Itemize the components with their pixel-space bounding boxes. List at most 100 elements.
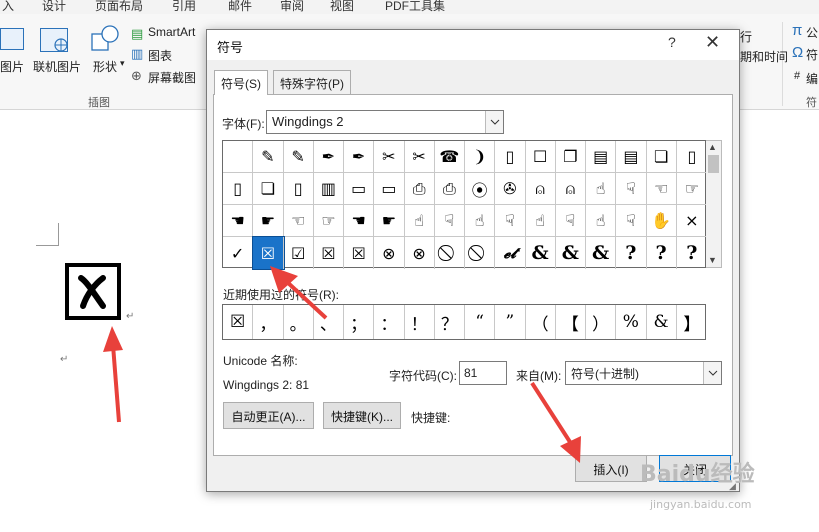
symbol-cell[interactable]: ? (647, 237, 677, 269)
recent-symbol-cell[interactable]: % (616, 305, 647, 339)
tab-special-characters[interactable]: 特殊字符(P) (273, 70, 351, 94)
symbol-cell[interactable]: & (556, 237, 586, 269)
symbol-cell[interactable]: ☒ (314, 237, 344, 269)
shapes-button[interactable]: 形状 (93, 58, 117, 75)
symbol-cell[interactable]: ☝ (465, 205, 496, 237)
recent-symbol-cell[interactable]: ？ (435, 305, 465, 339)
help-button[interactable]: ? (668, 34, 676, 50)
symbol-cell[interactable]: ✎ (253, 141, 284, 173)
symbol-cell[interactable]: ☚ (223, 205, 254, 237)
recent-symbol-cell[interactable]: 【 (556, 305, 586, 339)
symbol-cell[interactable]: ▤ (616, 141, 647, 173)
ribbon-tab-insert[interactable]: 入 (2, 0, 14, 14)
symbol-cell[interactable]: ☚ (344, 205, 375, 237)
symbol-cell[interactable]: ☝ (525, 205, 556, 237)
symbol-cell[interactable]: & (586, 237, 617, 269)
recent-symbol-cell[interactable]: （ (526, 305, 556, 339)
picture-button[interactable]: 图片 (0, 58, 24, 75)
symbol-cell[interactable]: × (676, 205, 707, 237)
symbol-cell[interactable]: ⊗ (374, 237, 405, 269)
symbol-cell[interactable]: ☞ (676, 173, 707, 205)
symbol-cell[interactable]: ☒ (344, 237, 375, 269)
symbol-cell[interactable]: ▥ (313, 173, 344, 205)
symbol-cell[interactable]: ⎙ (434, 173, 465, 205)
tab-symbols[interactable]: 符号(S) (214, 70, 268, 95)
recent-symbol-cell[interactable]: 、 (314, 305, 344, 339)
symbol-cell[interactable]: ☛ (374, 205, 405, 237)
ribbon-tab-mailings[interactable]: 邮件 (228, 0, 252, 14)
ribbon-tab-review[interactable]: 审阅 (280, 0, 304, 14)
recent-symbol-cell[interactable]: 】 (677, 305, 707, 339)
symbol-cell[interactable]: ☝ (404, 205, 435, 237)
insert-button[interactable]: 插入(I) (575, 455, 647, 482)
symbol-cell[interactable]: ☟ (555, 205, 586, 237)
symbol-cell[interactable]: ☞ (313, 205, 344, 237)
char-code-input[interactable]: 81 (459, 361, 507, 385)
symbol-cell[interactable]: ☜ (283, 205, 314, 237)
symbol-cell[interactable]: ✋ (646, 205, 677, 237)
symbol-cell[interactable]: ❩ (465, 141, 496, 173)
online-picture-button[interactable]: 联机图片 (33, 58, 81, 75)
recent-symbol-cell[interactable]: & (647, 305, 677, 339)
symbol-cell[interactable]: 𝓮𝓽 (495, 237, 526, 269)
symbol-cell[interactable]: ❏ (253, 173, 284, 205)
close-icon[interactable]: ✕ (705, 32, 720, 53)
symbol-cell[interactable]: ✓ (223, 237, 254, 269)
shortcut-key-button[interactable]: 快捷键(K)... (323, 402, 401, 429)
symbol-button[interactable]: 符 (806, 46, 818, 63)
symbol-cell[interactable] (223, 141, 254, 173)
symbol-cell[interactable]: & (526, 237, 556, 269)
symbol-cell[interactable]: ⍝ (555, 173, 586, 205)
symbol-cell[interactable]: ▭ (344, 173, 375, 205)
recent-symbol-cell[interactable]: ！ (405, 305, 435, 339)
symbol-cell[interactable]: ☝ (586, 205, 617, 237)
symbol-cell[interactable]: ▯ (283, 173, 314, 205)
autocorrect-button[interactable]: 自动更正(A)... (223, 402, 314, 429)
symbol-cell[interactable]: ✒ (344, 141, 375, 173)
symbol-cell[interactable]: ✎ (283, 141, 314, 173)
from-select[interactable]: 符号(十进制) (565, 361, 722, 385)
recent-symbol-cell[interactable]: ： (374, 305, 405, 339)
symbol-cell[interactable]: ☐ (525, 141, 556, 173)
symbol-cell[interactable]: ☑ (284, 237, 314, 269)
symbol-cell[interactable]: ✇ (495, 173, 526, 205)
symbol-cell[interactable]: ☜ (646, 173, 677, 205)
right-row-label[interactable]: 行 (740, 28, 752, 45)
recent-symbol-cell[interactable]: 。 (284, 305, 314, 339)
symbol-cell[interactable]: ⦿ (465, 173, 496, 205)
symbol-cell[interactable]: ⊗ (405, 237, 435, 269)
symbol-cell[interactable]: ▯ (495, 141, 526, 173)
symbol-grid-scrollbar[interactable]: ▲ ▼ (706, 140, 722, 268)
chevron-down-icon[interactable] (703, 362, 721, 384)
symbol-cell[interactable]: ⍝ (525, 173, 556, 205)
symbol-cell[interactable]: ⎙ (404, 173, 435, 205)
symbol-cell[interactable]: ☝ (586, 173, 617, 205)
ribbon-tab-design[interactable]: 设计 (42, 0, 66, 14)
ribbon-tab-references[interactable]: 引用 (172, 0, 196, 14)
symbol-cell[interactable]: ? (677, 237, 707, 269)
symbol-cell[interactable]: ? (616, 237, 647, 269)
recent-symbol-cell[interactable]: ； (344, 305, 375, 339)
chart-button[interactable]: 图表 (148, 47, 172, 64)
dialog-titlebar[interactable]: 符号 ? ✕ (207, 30, 739, 60)
symbol-cell[interactable]: ✂ (374, 141, 405, 173)
recent-symbol-cell[interactable]: ☒ (223, 305, 254, 339)
recent-symbols-row[interactable]: ☒，。、；：！？ “” （【）% &】 (222, 304, 706, 340)
symbol-cell[interactable]: ⃠ (465, 237, 496, 269)
font-select[interactable]: Wingdings 2 (266, 110, 504, 134)
ribbon-tab-layout[interactable]: 页面布局 (95, 0, 143, 14)
chevron-down-icon[interactable] (485, 111, 503, 133)
ribbon-tab-pdf[interactable]: PDF工具集 (385, 0, 445, 14)
screenshot-button[interactable]: 屏幕截图 (148, 69, 196, 86)
symbol-cell[interactable]: ❏ (646, 141, 677, 173)
symbol-cell[interactable]: ▭ (374, 173, 405, 205)
ribbon-tab-view[interactable]: 视图 (330, 0, 354, 14)
symbol-cell[interactable]: ☟ (616, 173, 647, 205)
recent-symbol-cell[interactable]: ” (495, 305, 526, 339)
equation-button[interactable]: 公 (806, 24, 818, 41)
symbol-cell[interactable]: ☟ (495, 205, 526, 237)
symbol-cell[interactable]: ☒ (252, 236, 285, 270)
document-inserted-symbol[interactable] (65, 263, 121, 320)
symbol-cell[interactable]: ☟ (434, 205, 465, 237)
symbol-cell[interactable]: ⃠ (435, 237, 465, 269)
